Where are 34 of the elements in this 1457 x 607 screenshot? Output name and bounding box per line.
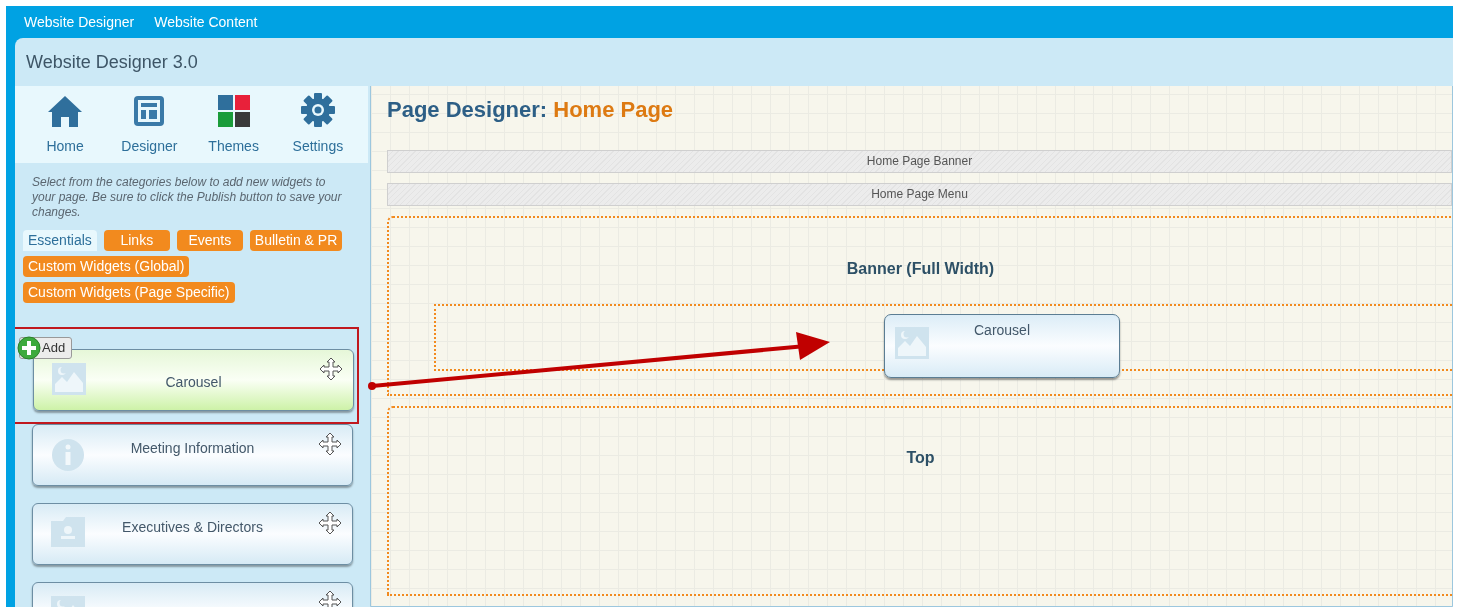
fixed-section-bar: Home Page Banner [387, 150, 1452, 173]
widget-label: Meeting Information [129, 439, 256, 458]
image-icon [52, 363, 86, 395]
instructions-text: Select from the categories below to add new widgets to your page. Be sure to click the Publish button to save your changes. [32, 175, 343, 220]
zone-label: Banner (Full Width) [845, 258, 996, 279]
widget-label: Carousel [973, 320, 1031, 340]
layout-icon [132, 94, 167, 128]
menu-link[interactable]: Website Content [154, 11, 258, 33]
move-icon[interactable] [318, 432, 342, 456]
category-tab[interactable]: Essentials [23, 230, 97, 251]
tiles-icon [216, 94, 251, 128]
menu-link[interactable]: Website Designer [24, 11, 135, 33]
fixed-section-bar: Home Page Menu [387, 182, 1452, 206]
nav-label[interactable]: Themes [208, 136, 259, 157]
move-icon[interactable] [318, 590, 342, 607]
info-icon [51, 438, 85, 472]
widget-card[interactable]: Executives & Directors [32, 503, 353, 565]
nav-label[interactable]: Designer [121, 136, 178, 157]
nav-label[interactable]: Home [46, 136, 84, 157]
settings-icon [299, 92, 336, 128]
plus-icon [17, 336, 41, 360]
page-title: Page Designer: Home Page [387, 96, 675, 124]
folder-person-icon [51, 517, 85, 547]
add-button[interactable]: Add [19, 337, 73, 359]
move-icon[interactable] [319, 357, 343, 381]
image-icon [895, 326, 929, 359]
widget-card[interactable]: Meeting Information [32, 424, 353, 486]
dragged-widget[interactable]: Carousel [884, 313, 1120, 378]
widget-label: Carousel [164, 373, 223, 392]
app-title: Website Designer 3.0 [26, 50, 198, 74]
nav-label[interactable]: Settings [292, 136, 344, 157]
widget-label: Executives & Directors [121, 518, 264, 537]
zone-label: Top [905, 448, 936, 469]
move-icon[interactable] [318, 511, 342, 535]
